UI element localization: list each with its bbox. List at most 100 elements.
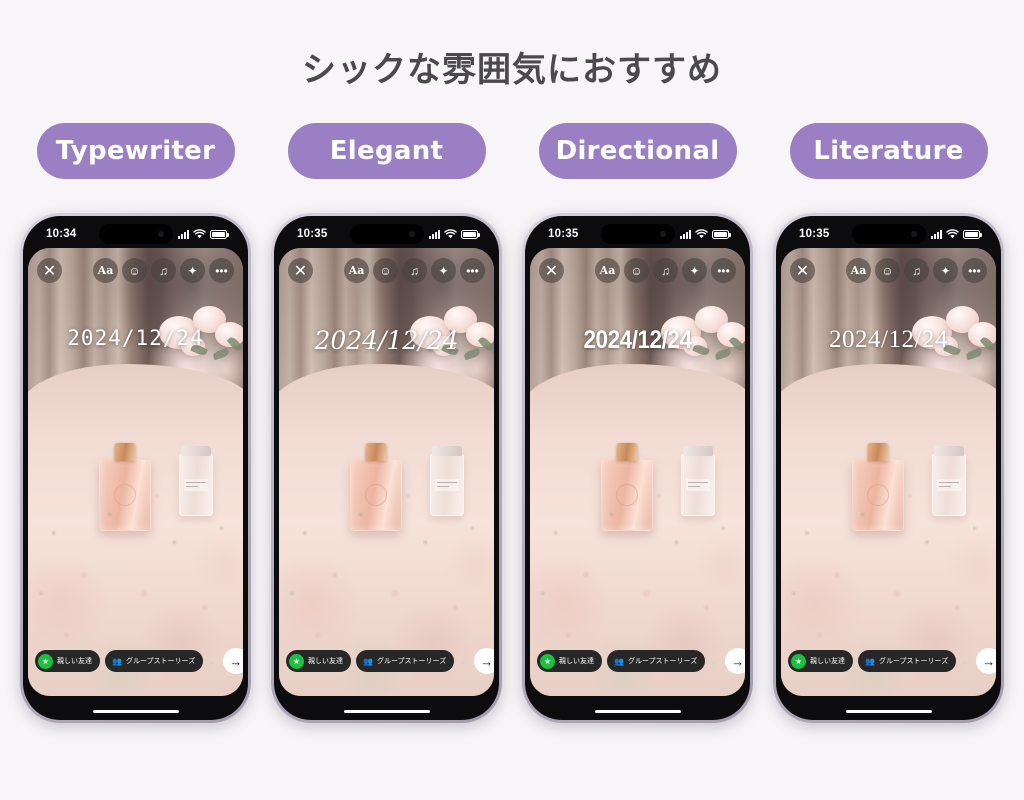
green-star-icon: ★	[289, 653, 304, 669]
style-pill-literature[interactable]: Literature	[789, 123, 988, 179]
status-bar: 10:35	[781, 222, 996, 246]
date-overlay-text[interactable]: 2024/12/24	[541, 326, 735, 355]
status-bar: 10:34	[28, 222, 243, 246]
group-stories-label: グループストーリーズ	[376, 657, 447, 665]
text-tool-icon[interactable]: Aa	[846, 258, 871, 283]
chevron-down-icon[interactable]: ⌄	[710, 656, 720, 667]
close-friends-label: 親しい友達	[308, 657, 343, 665]
send-arrow-button[interactable]: →	[724, 648, 745, 674]
chevron-down-icon[interactable]: ⌄	[459, 656, 469, 667]
close-friends-chip[interactable]: ★ 親しい友達	[286, 650, 351, 672]
front-camera-icon	[910, 231, 917, 237]
more-options-icon[interactable]: •••	[711, 258, 736, 283]
date-overlay-text[interactable]: 2024/12/24	[781, 326, 996, 354]
status-time: 10:35	[548, 228, 579, 240]
date-overlay-text[interactable]: 2024/12/24	[28, 326, 243, 350]
perfume-bottle	[851, 442, 904, 531]
more-options-icon[interactable]: •••	[460, 258, 485, 283]
editor-tool-group: Aa ☺ ♫ ✦ •••	[344, 258, 485, 283]
signal-bars-icon	[931, 229, 942, 239]
music-tool-icon[interactable]: ♫	[151, 258, 176, 283]
story-screen[interactable]: ✕ Aa ☺ ♫ ✦ ••• 2024/12/24 ★ 親しい友達 👥 グループ…	[279, 248, 494, 696]
small-glass-bottle	[429, 446, 464, 517]
front-camera-icon	[408, 231, 415, 237]
more-options-icon[interactable]: •••	[962, 258, 987, 283]
sticker-tool-icon[interactable]: ☺	[373, 258, 398, 283]
story-photo	[279, 248, 494, 696]
front-camera-icon	[157, 231, 164, 237]
chevron-down-icon[interactable]: ⌄	[961, 656, 971, 667]
sticker-tool-icon[interactable]: ☺	[624, 258, 649, 283]
status-time: 10:35	[799, 228, 830, 240]
style-pill-elegant[interactable]: Elegant	[287, 123, 486, 179]
send-arrow-button[interactable]: →	[222, 648, 243, 674]
text-tool-icon[interactable]: Aa	[344, 258, 369, 283]
effects-tool-icon[interactable]: ✦	[933, 258, 958, 283]
phone-mockup-elegant: 10:35 ✕ Aa ☺ ♫ ✦ ••• 2024/12/24 ★ 親しい友達 …	[271, 213, 502, 723]
close-x-icon[interactable]: ✕	[37, 258, 62, 283]
story-screen[interactable]: ✕ Aa ☺ ♫ ✦ ••• 2024/12/24 ★ 親しい友達 👥 グループ…	[530, 248, 745, 696]
music-tool-icon[interactable]: ♫	[402, 258, 427, 283]
style-pill-directional[interactable]: Directional	[538, 123, 737, 179]
phone-mockup-literature: 10:35 ✕ Aa ☺ ♫ ✦ ••• 2024/12/24 ★ 親しい友達 …	[773, 213, 1004, 723]
editor-toolbar: ✕ Aa ☺ ♫ ✦ •••	[539, 258, 736, 283]
phone-body: 10:35 ✕ Aa ☺ ♫ ✦ ••• 2024/12/24 ★ 親しい友達 …	[274, 216, 499, 720]
perfume-bottle	[349, 442, 402, 531]
share-bar: ★ 親しい友達 👥 グループストーリーズ ⌄ →	[35, 648, 243, 674]
wifi-icon	[193, 229, 206, 239]
group-stories-chip[interactable]: 👥 グループストーリーズ	[356, 650, 455, 672]
effects-tool-icon[interactable]: ✦	[682, 258, 707, 283]
small-glass-bottle	[178, 446, 213, 517]
page-title: シックな雰囲気におすすめ	[302, 50, 722, 90]
send-arrow-button[interactable]: →	[473, 648, 494, 674]
group-stories-chip[interactable]: 👥 グループストーリーズ	[105, 650, 204, 672]
close-friends-label: 親しい友達	[57, 657, 92, 665]
small-glass-bottle	[931, 446, 966, 517]
close-x-icon[interactable]: ✕	[539, 258, 564, 283]
close-friends-chip[interactable]: ★ 親しい友達	[537, 650, 602, 672]
style-pill-typewriter[interactable]: Typewriter	[36, 123, 235, 179]
story-photo	[781, 248, 996, 696]
more-options-icon[interactable]: •••	[209, 258, 234, 283]
close-friends-chip[interactable]: ★ 親しい友達	[788, 650, 853, 672]
date-overlay-text[interactable]: 2024/12/24	[279, 326, 494, 355]
send-arrow-button[interactable]: →	[975, 648, 996, 674]
home-indicator	[845, 709, 932, 713]
text-tool-icon[interactable]: Aa	[93, 258, 118, 283]
close-x-icon[interactable]: ✕	[790, 258, 815, 283]
status-indicators	[680, 229, 731, 239]
chevron-down-icon[interactable]: ⌄	[208, 656, 218, 667]
group-people-icon: 👥	[614, 656, 624, 666]
close-friends-chip[interactable]: ★ 親しい友達	[35, 650, 100, 672]
front-camera-icon	[659, 231, 666, 237]
phone-body: 10:34 ✕ Aa ☺ ♫ ✦ ••• 2024/12/24 ★ 親しい友達 …	[23, 216, 248, 720]
text-tool-icon[interactable]: Aa	[595, 258, 620, 283]
wifi-icon	[444, 229, 457, 239]
dynamic-island	[98, 224, 173, 244]
story-photo	[28, 248, 243, 696]
group-stories-label: グループストーリーズ	[878, 657, 949, 665]
editor-tool-group: Aa ☺ ♫ ✦ •••	[846, 258, 987, 283]
music-tool-icon[interactable]: ♫	[904, 258, 929, 283]
sticker-tool-icon[interactable]: ☺	[875, 258, 900, 283]
editor-toolbar: ✕ Aa ☺ ♫ ✦ •••	[37, 258, 234, 283]
small-glass-bottle	[680, 446, 715, 517]
signal-bars-icon	[178, 229, 189, 239]
perfume-bottle	[98, 442, 151, 531]
sticker-tool-icon[interactable]: ☺	[122, 258, 147, 283]
green-star-icon: ★	[791, 653, 806, 669]
group-stories-label: グループストーリーズ	[125, 657, 196, 665]
phone-mockup-row: 10:34 ✕ Aa ☺ ♫ ✦ ••• 2024/12/24 ★ 親しい友達 …	[0, 213, 1024, 723]
story-screen[interactable]: ✕ Aa ☺ ♫ ✦ ••• 2024/12/24 ★ 親しい友達 👥 グループ…	[28, 248, 243, 696]
effects-tool-icon[interactable]: ✦	[180, 258, 205, 283]
effects-tool-icon[interactable]: ✦	[431, 258, 456, 283]
music-tool-icon[interactable]: ♫	[653, 258, 678, 283]
group-stories-chip[interactable]: 👥 グループストーリーズ	[858, 650, 957, 672]
editor-toolbar: ✕ Aa ☺ ♫ ✦ •••	[288, 258, 485, 283]
close-x-icon[interactable]: ✕	[288, 258, 313, 283]
battery-icon	[712, 229, 731, 239]
group-stories-label: グループストーリーズ	[627, 657, 698, 665]
group-stories-chip[interactable]: 👥 グループストーリーズ	[607, 650, 706, 672]
story-screen[interactable]: ✕ Aa ☺ ♫ ✦ ••• 2024/12/24 ★ 親しい友達 👥 グループ…	[781, 248, 996, 696]
wifi-icon	[695, 229, 708, 239]
